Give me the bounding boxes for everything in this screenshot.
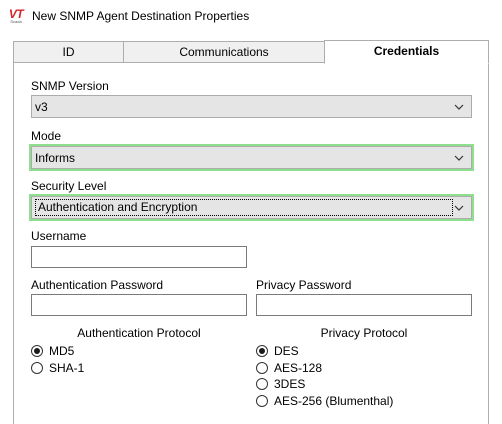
- privacy-protocol-3des-radio[interactable]: 3DES: [256, 377, 305, 391]
- radio-button[interactable]: [256, 362, 268, 374]
- tab-credentials[interactable]: Credentials: [324, 40, 489, 64]
- radio-button[interactable]: [256, 345, 268, 357]
- snmp-version-dropdown[interactable]: v3: [31, 95, 472, 118]
- auth-password-label: Authentication Password: [31, 278, 164, 292]
- window-title: New SNMP Agent Destination Properties: [32, 9, 250, 23]
- chevron-down-icon: [454, 104, 464, 110]
- privacy-protocol-aes256-radio[interactable]: AES-256 (Blumenthal): [256, 394, 393, 408]
- privacy-protocol-aes128-radio[interactable]: AES-128: [256, 361, 322, 375]
- privacy-password-label: Privacy Password: [256, 278, 352, 292]
- app-logo: VT Scada: [7, 7, 25, 25]
- security-level-dropdown[interactable]: Authentication and Encryption: [29, 194, 474, 221]
- logo-text: VT: [8, 6, 24, 21]
- radio-button[interactable]: [31, 362, 43, 374]
- snmp-version-label: SNMP Version: [31, 79, 109, 93]
- radio-button[interactable]: [31, 345, 43, 357]
- mode-label: Mode: [31, 129, 62, 143]
- logo-subtext: Scada: [10, 18, 22, 24]
- tab-strip: ID Communications Credentials: [13, 40, 489, 64]
- mode-dropdown[interactable]: Informs: [29, 144, 474, 171]
- security-level-value: Authentication and Encryption: [35, 199, 453, 216]
- snmp-version-value: v3: [35, 99, 48, 114]
- tab-id[interactable]: ID: [13, 41, 124, 63]
- auth-password-input[interactable]: [31, 294, 247, 316]
- tab-communications[interactable]: Communications: [123, 41, 325, 63]
- chevron-down-icon: [454, 155, 464, 161]
- auth-protocol-sha1-radio[interactable]: SHA-1: [31, 361, 84, 375]
- privacy-protocol-title: Privacy Protocol: [320, 326, 408, 340]
- radio-label: SHA-1: [49, 361, 85, 375]
- radio-label: DES: [274, 344, 299, 358]
- radio-label: MD5: [49, 344, 75, 358]
- radio-button[interactable]: [256, 378, 268, 390]
- privacy-password-input[interactable]: [256, 294, 472, 316]
- radio-button[interactable]: [256, 395, 268, 407]
- auth-protocol-md5-radio[interactable]: MD5: [31, 344, 74, 358]
- radio-label: AES-256 (Blumenthal): [274, 394, 394, 408]
- radio-label: 3DES: [274, 377, 306, 391]
- mode-value: Informs: [35, 150, 76, 165]
- security-level-label: Security Level: [31, 179, 107, 193]
- title-bar: VT Scada New SNMP Agent Destination Prop…: [0, 0, 502, 32]
- auth-protocol-title: Authentication Protocol: [77, 326, 201, 340]
- privacy-protocol-des-radio[interactable]: DES: [256, 344, 299, 358]
- username-label: Username: [31, 229, 87, 243]
- radio-label: AES-128: [274, 361, 323, 375]
- credentials-panel: SNMP Version v3 Mode Informs Security Le…: [13, 62, 489, 424]
- chevron-down-icon: [454, 205, 464, 211]
- username-input[interactable]: [31, 246, 247, 268]
